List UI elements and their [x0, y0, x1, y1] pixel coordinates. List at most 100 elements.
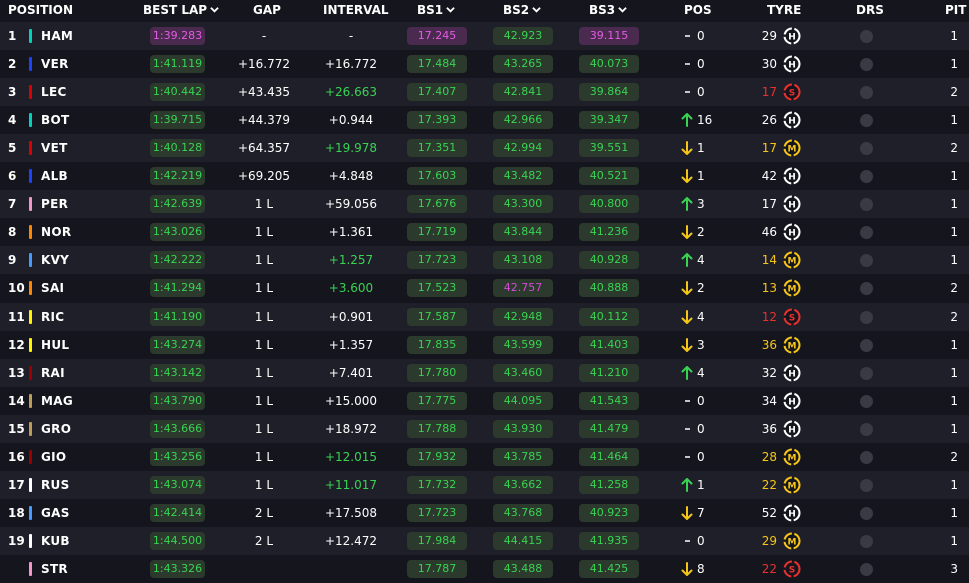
bs2-sector-time: 43.930	[493, 419, 553, 438]
tyre-age: 52	[761, 505, 777, 520]
header-position[interactable]: POSITION	[8, 3, 73, 17]
best-lap-time: 1:42.222	[150, 251, 205, 270]
header-pit[interactable]: PIT	[945, 3, 966, 17]
table-row[interactable]: 13 RAI 1:43.142 1 L +7.401 17.780 43.460 41.210…	[0, 358, 969, 387]
header-gap[interactable]: GAP	[253, 3, 281, 17]
driver-code[interactable]: KUB	[41, 534, 70, 548]
bs3-sector-time: 41.464	[579, 447, 639, 466]
driver-code[interactable]: NOR	[41, 225, 71, 239]
driver-code[interactable]: LEC	[41, 85, 67, 99]
drs-indicator	[860, 506, 873, 520]
best-lap-time: 1:39.715	[150, 111, 205, 130]
bs3-sector-time: 41.479	[579, 419, 639, 438]
table-row[interactable]: 10 SAI 1:41.294 1 L +3.600 17.523 42.757 40.888…	[0, 274, 969, 303]
bs3-sector-time: 41.210	[579, 363, 639, 382]
interval-value: +12.015	[324, 449, 378, 464]
gap-value: 1 L	[254, 393, 274, 408]
tyre-age: 17	[761, 197, 777, 212]
drs-indicator	[860, 366, 873, 380]
pit-stop-count: 1	[950, 365, 958, 380]
driver-code[interactable]: KVY	[41, 253, 69, 267]
header-best-lap-label: BEST LAP	[143, 3, 208, 17]
driver-code[interactable]: HUL	[41, 338, 69, 352]
best-lap-time: 1:41.190	[150, 307, 205, 326]
position-number: 11	[8, 309, 25, 324]
table-row[interactable]: 15 GRO 1:43.666 1 L +18.972 17.788 43.930 41.47…	[0, 414, 969, 443]
table-row[interactable]: 19 KUB 1:44.500 2 L +12.472 17.984 44.415 41.93…	[0, 526, 969, 555]
table-row[interactable]: 18 GAS 1:42.414 2 L +17.508 17.723 43.768 40.92…	[0, 498, 969, 527]
interval-value: +18.972	[324, 421, 378, 436]
driver-code[interactable]: SAI	[41, 281, 64, 295]
arrow-up-icon	[681, 252, 693, 268]
driver-code[interactable]: BOT	[41, 113, 69, 127]
header-interval[interactable]: INTERVAL	[323, 3, 389, 17]
header-pos[interactable]: POS	[684, 3, 712, 17]
driver-code[interactable]: GIO	[41, 450, 66, 464]
driver-code[interactable]: STR	[41, 562, 68, 576]
bs1-sector-time: 17.788	[407, 419, 467, 438]
driver-code[interactable]: RAI	[41, 366, 65, 380]
header-bs3[interactable]: BS3	[589, 3, 627, 17]
header-tyre[interactable]: TYRE	[767, 3, 801, 17]
table-row[interactable]: 16 GIO 1:43.256 1 L +12.015 17.932 43.785 41.46…	[0, 442, 969, 471]
driver-code[interactable]: RIC	[41, 310, 64, 324]
table-row[interactable]: 3 LEC 1:40.442 +43.435 +26.663 17.407 42.841 39…	[0, 78, 969, 107]
driver-code[interactable]: RUS	[41, 478, 70, 492]
table-row[interactable]: 5 VET 1:40.128 +64.357 +19.978 17.351 42.994 39…	[0, 134, 969, 163]
pit-stop-count: 1	[950, 477, 958, 492]
bs3-sector-time: 40.928	[579, 251, 639, 270]
interval-value: +16.772	[324, 57, 378, 72]
position-number: 13	[8, 365, 25, 380]
driver-code[interactable]: HAM	[41, 29, 73, 43]
driver-code[interactable]: GRO	[41, 422, 71, 436]
arrow-down-icon	[681, 561, 693, 577]
driver-code[interactable]: GAS	[41, 506, 70, 520]
medium-tyre-icon: M	[783, 251, 801, 269]
bs3-sector-time: 41.935	[579, 531, 639, 550]
medium-tyre-icon: M	[783, 476, 801, 494]
table-row[interactable]: 2 VER 1:41.119 +16.772 +16.772 17.484 43.265 40…	[0, 50, 969, 79]
table-row[interactable]: 17 RUS 1:43.074 1 L +11.017 17.732 43.662 41.25…	[0, 470, 969, 499]
arrow-down-icon	[681, 309, 693, 324]
table-row[interactable]: 14 MAG 1:43.790 1 L +15.000 17.775 44.095 41.54…	[0, 386, 969, 415]
pit-stop-count: 1	[950, 29, 958, 43]
header-drs[interactable]: DRS	[856, 3, 884, 17]
tyre-age: 12	[761, 309, 777, 324]
best-lap-time: 1:43.074	[150, 475, 205, 494]
header-best-lap[interactable]: BEST LAP	[143, 3, 219, 17]
driver-code[interactable]: VER	[41, 57, 69, 71]
table-row[interactable]: 11 RIC 1:41.190 1 L +0.901 17.587 42.948 40.112…	[0, 302, 969, 331]
table-row[interactable]: 7 PER 1:42.639 1 L +59.056 17.676 43.300 40.800…	[0, 190, 969, 219]
table-row[interactable]: STR 1:43.326 17.787 43.488 41.425 8 22 S 3	[0, 554, 969, 583]
position-change-value: 0	[697, 421, 705, 436]
bs1-sector-time: 17.351	[407, 139, 467, 158]
table-row[interactable]: 4 BOT 1:39.715 +44.379 +0.944 17.393 42.966 39.…	[0, 106, 969, 135]
drs-indicator	[860, 114, 873, 128]
bs1-sector-time: 17.523	[407, 279, 467, 298]
driver-code[interactable]: VET	[41, 141, 68, 155]
bs2-sector-time: 43.662	[493, 475, 553, 494]
driver-code[interactable]: ALB	[41, 169, 68, 183]
tyre-age: 22	[761, 477, 777, 492]
tyre-compound-letter: H	[788, 201, 796, 211]
team-color-bar	[29, 197, 32, 212]
table-header: POSITION BEST LAP GAP INTERVAL BS1 BS2 B…	[0, 0, 969, 22]
table-row[interactable]: 12 HUL 1:43.274 1 L +1.357 17.835 43.599 41.403…	[0, 330, 969, 359]
table-row[interactable]: 8 NOR 1:43.026 1 L +1.361 17.719 43.844 41.236 2…	[0, 218, 969, 247]
position-change-value: 0	[697, 85, 705, 100]
chevron-down-icon	[532, 7, 541, 13]
table-row[interactable]: 6 ALB 1:42.219 +69.205 +4.848 17.603 43.482 40.…	[0, 162, 969, 191]
header-bs2[interactable]: BS2	[503, 3, 541, 17]
table-row[interactable]: 9 KVY 1:42.222 1 L +1.257 17.723 43.108 40.928 4…	[0, 246, 969, 275]
drs-indicator	[860, 30, 873, 43]
soft-tyre-icon: S	[783, 83, 801, 101]
position-change-value: 1	[697, 169, 705, 184]
best-lap-time: 1:44.500	[150, 531, 205, 550]
gap-value: 1 L	[254, 309, 274, 324]
bs3-sector-time: 41.236	[579, 223, 639, 242]
driver-code[interactable]: MAG	[41, 394, 73, 408]
table-row[interactable]: 1 HAM 1:39.283 - - 17.245 42.923 39.115 0 29 H 1	[0, 22, 969, 50]
driver-code[interactable]: PER	[41, 197, 68, 211]
bs3-sector-time: 40.888	[579, 279, 639, 298]
header-bs1[interactable]: BS1	[417, 3, 455, 17]
